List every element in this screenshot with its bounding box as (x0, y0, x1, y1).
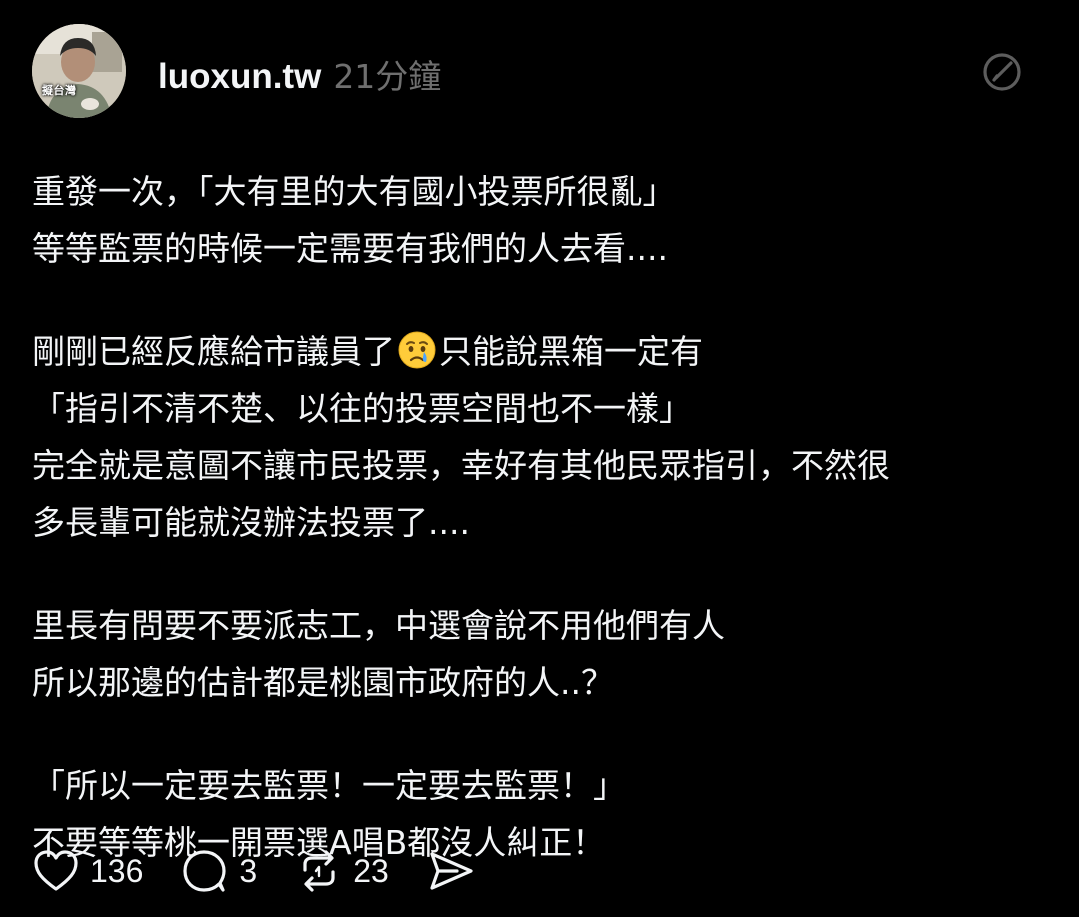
text-segment: 只能說黑箱一定有 (439, 332, 703, 371)
like-count: 136 (90, 852, 144, 889)
repost-button[interactable]: 23 (295, 848, 389, 894)
paragraph-3: 「指引不清不楚、以往的投票空間也不一樣」 完全就是意圖不讓市民投票，幸好有其他民… (32, 380, 1052, 551)
text-line: 「所以一定要去監票！一定要去監票！」 (32, 766, 626, 805)
text-line: 完全就是意圖不讓市民投票，幸好有其他民眾指引，不然很 (32, 446, 890, 485)
text-line: 等等監票的時候一定需要有我們的人去看.... (32, 229, 668, 268)
avatar-label: 擬台灣 (42, 84, 77, 97)
username[interactable]: luoxun.tw (158, 57, 321, 97)
paragraph-1: 重發一次，「大有里的大有國小投票所很亂」 等等監票的時候一定需要有我們的人去看.… (32, 163, 1052, 277)
text-line: 多長輩可能就沒辦法投票了.... (32, 503, 470, 542)
paragraph-4: 里長有問要不要派志工，中選會說不用他們有人 所以那邊的估計都是桃園市政府的人..… (32, 597, 1052, 711)
send-icon (430, 852, 473, 890)
repost-count: 23 (353, 852, 389, 889)
reply-button[interactable]: 3 (181, 848, 257, 894)
text-line: 「指引不清不楚、以往的投票空間也不一樣」 (32, 389, 692, 428)
action-bar: 136 3 23 (32, 845, 513, 897)
thread-post: 擬台灣 luoxun.tw 21分鐘 重發一次，「大有里的大有國小投票所很亂」 … (0, 0, 1079, 915)
more-options-button[interactable] (976, 46, 1028, 98)
heart-icon (34, 850, 78, 891)
compose-circle-icon (983, 53, 1021, 91)
comment-icon (183, 850, 226, 892)
share-button[interactable] (427, 848, 475, 894)
post-body: 重發一次，「大有里的大有國小投票所很亂」 等等監票的時候一定需要有我們的人去看.… (32, 163, 1052, 917)
text-segment: 剛剛已經反應給市議員了 (32, 332, 395, 371)
avatar-photo (32, 24, 126, 118)
avatar[interactable]: 擬台灣 (32, 24, 126, 118)
text-line-with-emoji: 剛剛已經反應給市議員了 只能說黑箱一定有 (32, 323, 1052, 380)
text-line: 里長有問要不要派志工，中選會說不用他們有人 (32, 606, 725, 645)
repost-icon (303, 850, 335, 892)
text-line: 重發一次，「大有里的大有國小投票所很亂」 (32, 172, 676, 211)
like-button[interactable]: 136 (32, 848, 143, 894)
paragraph-2: 剛剛已經反應給市議員了 只能說黑箱一定有 (32, 323, 1052, 380)
text-line: 所以那邊的估計都是桃園市政府的人..？ (32, 663, 614, 702)
crying-face-emoji-icon (398, 331, 436, 369)
reply-count: 3 (239, 852, 258, 889)
post-header: luoxun.tw 21分鐘 (158, 50, 441, 98)
timestamp: 21分鐘 (333, 57, 442, 96)
